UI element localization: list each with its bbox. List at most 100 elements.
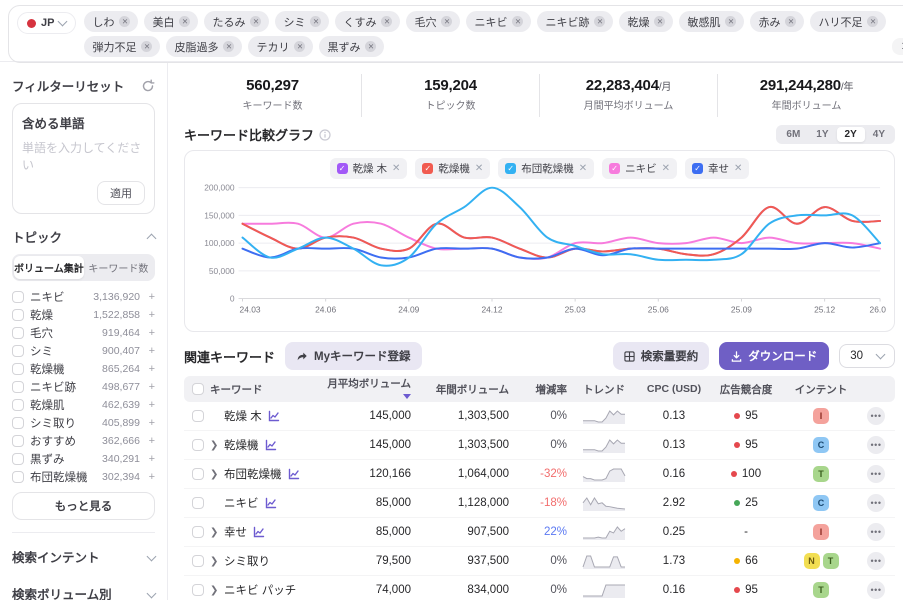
topic-checkbox[interactable] — [12, 291, 24, 303]
add-topic-icon[interactable]: + — [146, 327, 155, 339]
apply-button[interactable]: 適用 — [97, 181, 145, 205]
legend-chip[interactable]: ✓乾燥機✕ — [415, 158, 490, 179]
remove-chip-icon[interactable]: ✕ — [365, 41, 376, 52]
range-button-1Y[interactable]: 1Y — [808, 127, 836, 142]
legend-chip[interactable]: ✓乾燥 木✕ — [330, 158, 408, 179]
legend-chip[interactable]: ✓ニキビ✕ — [602, 158, 677, 179]
more-options-button[interactable]: ••• — [867, 407, 885, 425]
expand-chevron-icon[interactable]: ❯ — [210, 469, 218, 480]
remove-chip-icon[interactable]: ✕ — [867, 16, 878, 27]
topic-tab-キーワード数[interactable]: キーワード数 — [84, 256, 153, 279]
keyword-link[interactable]: ニキビ パッチ — [224, 582, 296, 598]
more-options-button[interactable]: ••• — [867, 494, 885, 512]
download-button[interactable]: ダウンロード — [719, 342, 829, 370]
topic-checkbox[interactable] — [12, 435, 24, 447]
topic-checkbox[interactable] — [12, 399, 24, 411]
range-button-2Y[interactable]: 2Y — [837, 127, 865, 142]
expand-chevron-icon[interactable]: ❯ — [210, 440, 218, 451]
remove-series-icon[interactable]: ✕ — [662, 163, 670, 174]
keyword-chip[interactable]: テカリ✕ — [248, 36, 313, 57]
keyword-chip[interactable]: 毛穴✕ — [406, 11, 460, 32]
topic-checkbox[interactable] — [12, 417, 24, 429]
row-checkbox[interactable] — [192, 410, 204, 422]
keyword-chip[interactable]: 黒ずみ✕ — [319, 36, 384, 57]
remove-chip-icon[interactable]: ✕ — [725, 16, 736, 27]
add-topic-icon[interactable]: + — [146, 453, 155, 465]
column-header-増減率[interactable]: 増減率 — [509, 382, 567, 397]
page-size-select[interactable]: 30 — [839, 344, 895, 368]
column-header-年間ボリューム[interactable]: 年間ボリューム — [411, 382, 509, 397]
remove-chip-icon[interactable]: ✕ — [294, 41, 305, 52]
topic-checkbox[interactable] — [12, 345, 24, 357]
expand-chevron-icon[interactable]: ❯ — [210, 556, 218, 567]
row-checkbox[interactable] — [192, 555, 204, 567]
keyword-chip[interactable]: 赤み✕ — [750, 11, 804, 32]
remove-series-icon[interactable]: ✕ — [392, 163, 400, 174]
keyword-chip[interactable]: 皮脂過多✕ — [166, 36, 242, 57]
topic-checkbox[interactable] — [12, 453, 24, 465]
keyword-chip[interactable]: たるみ✕ — [204, 11, 269, 32]
add-topic-icon[interactable]: + — [146, 309, 155, 321]
remove-chip-icon[interactable]: ✕ — [512, 16, 523, 27]
column-header-月平均ボリューム[interactable]: 月平均ボリューム — [323, 376, 411, 403]
remove-chip-icon[interactable]: ✕ — [179, 16, 190, 27]
range-button-6M[interactable]: 6M — [778, 127, 808, 142]
sidebar-section-検索インテント[interactable]: 検索インテント — [12, 547, 155, 566]
column-header-CPC (USD)[interactable]: CPC (USD) — [641, 383, 707, 395]
add-topic-icon[interactable]: + — [146, 471, 155, 483]
chart-line-icon[interactable] — [268, 410, 280, 422]
keyword-chip[interactable]: ニキビ✕ — [466, 11, 531, 32]
my-keyword-register-button[interactable]: Myキーワード登録 — [285, 342, 421, 370]
row-checkbox[interactable] — [192, 497, 204, 509]
keyword-link[interactable]: シミ取り — [224, 553, 270, 569]
show-more-button[interactable]: もっと見る — [12, 492, 155, 520]
keyword-chip[interactable]: くすみ✕ — [335, 11, 400, 32]
add-topic-icon[interactable]: + — [146, 291, 155, 303]
keyword-chip[interactable]: 弾力不足✕ — [84, 36, 160, 57]
column-header-インテント[interactable]: インテント — [785, 382, 857, 397]
keyword-chip[interactable]: 美白✕ — [144, 11, 198, 32]
expand-chevron-icon[interactable]: ❯ — [210, 527, 218, 538]
select-all-checkbox[interactable] — [192, 383, 204, 395]
remove-chip-icon[interactable]: ✕ — [310, 16, 321, 27]
topic-checkbox[interactable] — [12, 327, 24, 339]
column-header-広告競合度[interactable]: 広告競合度 — [707, 382, 785, 397]
add-topic-icon[interactable]: + — [146, 345, 155, 357]
chart-line-icon[interactable] — [288, 468, 300, 480]
topic-checkbox[interactable] — [12, 363, 24, 375]
chart-line-icon[interactable] — [265, 497, 277, 509]
keyword-link[interactable]: ニキビ — [224, 495, 259, 511]
remove-series-icon[interactable]: ✕ — [475, 163, 483, 174]
remove-series-icon[interactable]: ✕ — [579, 163, 587, 174]
search-volume-summary-button[interactable]: 検索量要約 — [613, 342, 710, 370]
remove-chip-icon[interactable]: ✕ — [250, 16, 261, 27]
legend-chip[interactable]: ✓幸せ✕ — [685, 158, 749, 179]
more-options-button[interactable]: ••• — [867, 436, 885, 454]
include-words-input[interactable]: 単語を入力してください — [22, 139, 145, 173]
remove-chip-icon[interactable]: ✕ — [441, 16, 452, 27]
chart-line-icon[interactable] — [253, 526, 265, 538]
legend-chip[interactable]: ✓布団乾燥機✕ — [498, 158, 594, 179]
range-button-4Y[interactable]: 4Y — [865, 127, 893, 142]
row-checkbox[interactable] — [192, 584, 204, 596]
remove-series-icon[interactable]: ✕ — [734, 163, 742, 174]
keyword-link[interactable]: 布団乾燥機 — [224, 466, 282, 482]
more-options-button[interactable]: ••• — [867, 552, 885, 570]
row-checkbox[interactable] — [192, 468, 204, 480]
remove-chip-icon[interactable]: ✕ — [223, 41, 234, 52]
remove-chip-icon[interactable]: ✕ — [141, 41, 152, 52]
country-selector[interactable]: JP — [17, 12, 76, 34]
keyword-chip[interactable]: しわ✕ — [84, 11, 138, 32]
chart-line-icon[interactable] — [265, 439, 277, 451]
remove-chip-icon[interactable]: ✕ — [654, 16, 665, 27]
more-options-button[interactable]: ••• — [867, 465, 885, 483]
remove-chip-icon[interactable]: ✕ — [381, 16, 392, 27]
add-topic-icon[interactable]: + — [146, 381, 155, 393]
keyword-chip[interactable]: シミ✕ — [275, 11, 329, 32]
add-topic-icon[interactable]: + — [146, 399, 155, 411]
sidebar-section-検索ボリューム別[interactable]: 検索ボリューム別 — [12, 584, 155, 600]
keyword-link[interactable]: 幸せ — [224, 524, 247, 540]
more-options-button[interactable]: ••• — [867, 581, 885, 599]
topic-checkbox[interactable] — [12, 381, 24, 393]
add-topic-icon[interactable]: + — [146, 435, 155, 447]
